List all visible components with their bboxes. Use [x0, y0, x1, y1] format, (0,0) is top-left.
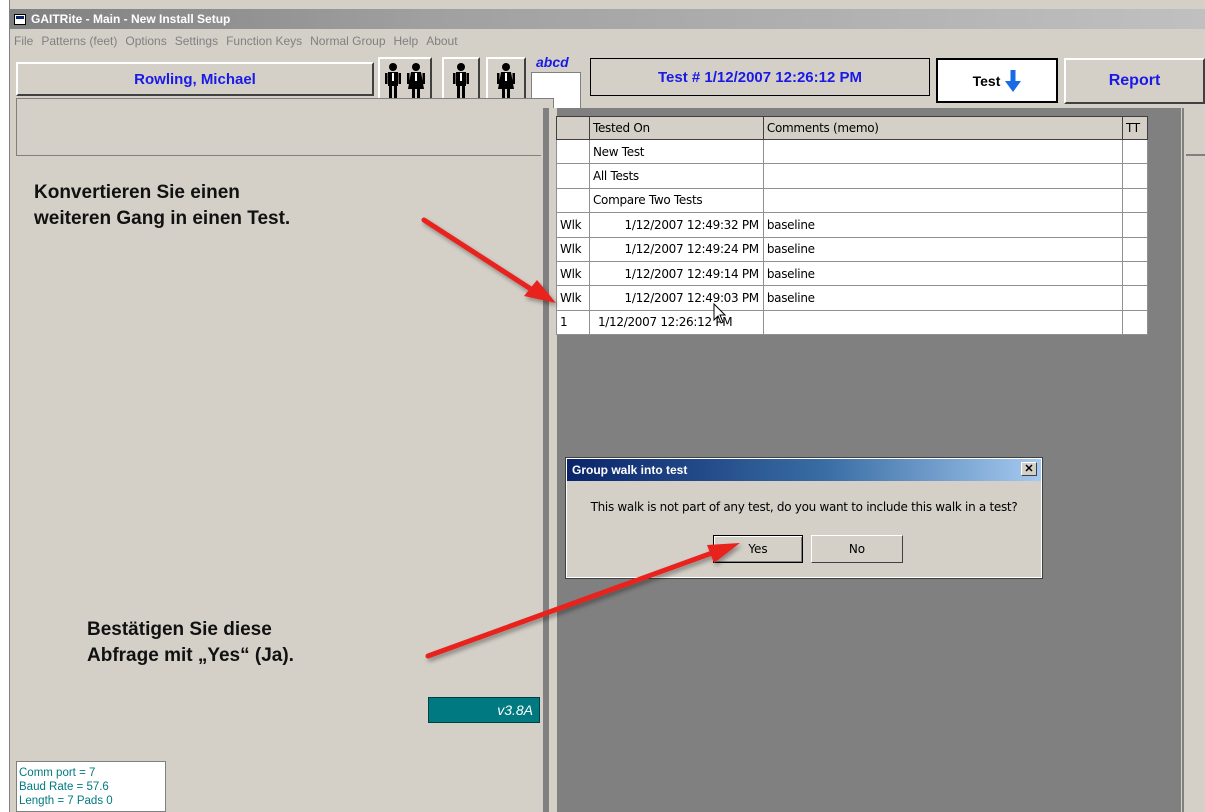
window-title-bar[interactable]: GAITRite - Main - New Install Setup — [10, 9, 1205, 29]
connection-status-box: Comm port = 7 Baud Rate = 57.6 Length = … — [16, 761, 166, 812]
group-walk-dialog: Group walk into test ✕ This walk is not … — [565, 457, 1043, 579]
table-row[interactable]: 1 1/12/2007 12:26:12 PM — [556, 309, 1149, 336]
abcd-label: abcd — [536, 54, 569, 70]
dialog-message: This walk is not part of any test, do yo… — [590, 500, 1018, 514]
length-status: Length = 7 Pads 0 — [19, 795, 113, 807]
table-row[interactable]: All Tests — [556, 163, 1149, 189]
row-comment[interactable]: baseline — [762, 212, 1123, 238]
row-type: Wlk — [556, 260, 590, 287]
row-comment[interactable] — [762, 309, 1123, 336]
row-date[interactable]: All Tests — [588, 163, 764, 189]
row-tt — [1121, 236, 1149, 262]
test-dropdown-label: Test — [972, 72, 1001, 89]
woman-icon — [497, 63, 515, 98]
menu-options[interactable]: Options — [121, 34, 170, 48]
baud-rate-status: Baud Rate = 57.6 — [19, 781, 109, 793]
menu-settings[interactable]: Settings — [171, 34, 222, 48]
menu-function-keys[interactable]: Function Keys — [222, 34, 306, 48]
tests-table: Tested On Comments (memo) TT New Test Al… — [556, 116, 1149, 336]
header-tt[interactable]: TT — [1121, 116, 1149, 140]
row-type — [556, 163, 590, 189]
app-icon — [14, 13, 26, 25]
row-comment[interactable] — [762, 187, 1123, 214]
patient-info-panel — [16, 98, 554, 156]
current-test-button[interactable]: Test # 1/12/2007 12:26:12 PM — [590, 58, 930, 96]
row-tt — [1121, 138, 1149, 165]
row-date[interactable]: 1/12/2007 12:49:32 PM — [588, 212, 764, 238]
row-tt — [1121, 212, 1149, 238]
arrow-down-icon — [1005, 69, 1022, 92]
couple-icon — [385, 63, 425, 98]
row-tt — [1121, 187, 1149, 214]
row-type: Wlk — [556, 236, 590, 262]
header-type — [556, 116, 590, 140]
row-type: 1 — [556, 309, 590, 336]
row-date[interactable]: 1/12/2007 12:49:03 PM — [588, 285, 764, 311]
table-row[interactable]: Compare Two Tests — [556, 187, 1149, 214]
row-date[interactable]: 1/12/2007 12:49:24 PM — [588, 236, 764, 262]
row-tt — [1121, 260, 1149, 287]
annotation-confirm-line2: Abfrage mit „Yes“ (Ja). — [87, 645, 294, 666]
header-comments[interactable]: Comments (memo) — [762, 116, 1123, 140]
version-bar: v3.8A — [428, 697, 540, 723]
row-comment[interactable] — [762, 163, 1123, 189]
row-type — [556, 187, 590, 214]
patient-name-button[interactable]: Rowling, Michael — [16, 62, 374, 96]
gaitrite-main-window: GAITRite - Main - New Install Setup File… — [0, 0, 1205, 812]
menu-bar: File Patterns (feet) Options Settings Fu… — [10, 30, 1205, 51]
right-frame — [1182, 108, 1205, 812]
menu-help[interactable]: Help — [390, 34, 423, 48]
yes-button[interactable]: Yes — [713, 535, 803, 563]
table-row[interactable]: Wlk 1/12/2007 12:49:24 PM baseline — [556, 236, 1149, 262]
right-frame-line — [1186, 154, 1205, 156]
mouse-cursor-icon — [713, 303, 727, 324]
row-date[interactable]: Compare Two Tests — [588, 187, 764, 214]
row-comment[interactable]: baseline — [762, 285, 1123, 311]
annotation-convert: Konvertieren Sie einen weiteren Gang in … — [34, 180, 290, 232]
no-button[interactable]: No — [811, 535, 903, 563]
man-icon — [453, 63, 469, 98]
table-row[interactable]: Wlk 1/12/2007 12:49:03 PM baseline — [556, 285, 1149, 311]
annotation-convert-line1: Konvertieren Sie einen — [34, 182, 240, 203]
menu-normal-group[interactable]: Normal Group — [306, 34, 389, 48]
window-left-edge — [0, 0, 10, 812]
row-tt — [1121, 163, 1149, 189]
row-date[interactable]: 1/12/2007 12:49:14 PM — [588, 260, 764, 287]
row-tt — [1121, 309, 1149, 336]
row-comment[interactable]: baseline — [762, 260, 1123, 287]
window-title: GAITRite - Main - New Install Setup — [31, 12, 231, 26]
arrow-to-walk-row — [421, 217, 556, 303]
annotation-convert-line2: weiteren Gang in einen Test. — [34, 208, 291, 229]
annotation-confirm: Bestätigen Sie diese Abfrage mit „Yes“ (… — [87, 617, 294, 669]
row-type: Wlk — [556, 285, 590, 311]
row-type: Wlk — [556, 212, 590, 238]
report-button[interactable]: Report — [1064, 58, 1205, 104]
dialog-title-bar[interactable]: Group walk into test ✕ — [567, 459, 1041, 481]
table-row[interactable]: Wlk 1/12/2007 12:49:14 PM baseline — [556, 260, 1149, 287]
menu-patterns[interactable]: Patterns (feet) — [37, 34, 121, 48]
table-header-row: Tested On Comments (memo) TT — [556, 116, 1149, 140]
row-comment[interactable]: baseline — [762, 236, 1123, 262]
dialog-title: Group walk into test — [572, 463, 688, 477]
test-dropdown-button[interactable]: Test — [936, 58, 1058, 103]
row-date[interactable]: 1/12/2007 12:26:12 PM — [588, 309, 764, 336]
menu-about[interactable]: About — [422, 34, 461, 48]
menu-file[interactable]: File — [10, 34, 37, 48]
close-icon[interactable]: ✕ — [1021, 462, 1037, 476]
table-row[interactable]: Wlk 1/12/2007 12:49:32 PM baseline — [556, 212, 1149, 238]
comm-port-status: Comm port = 7 — [19, 767, 96, 779]
row-date[interactable]: New Test — [588, 138, 764, 165]
row-type — [556, 138, 590, 165]
table-row[interactable]: New Test — [556, 138, 1149, 165]
row-tt — [1121, 285, 1149, 311]
header-tested-on[interactable]: Tested On — [588, 116, 764, 140]
annotation-confirm-line1: Bestätigen Sie diese — [87, 619, 272, 640]
row-comment[interactable] — [762, 138, 1123, 165]
